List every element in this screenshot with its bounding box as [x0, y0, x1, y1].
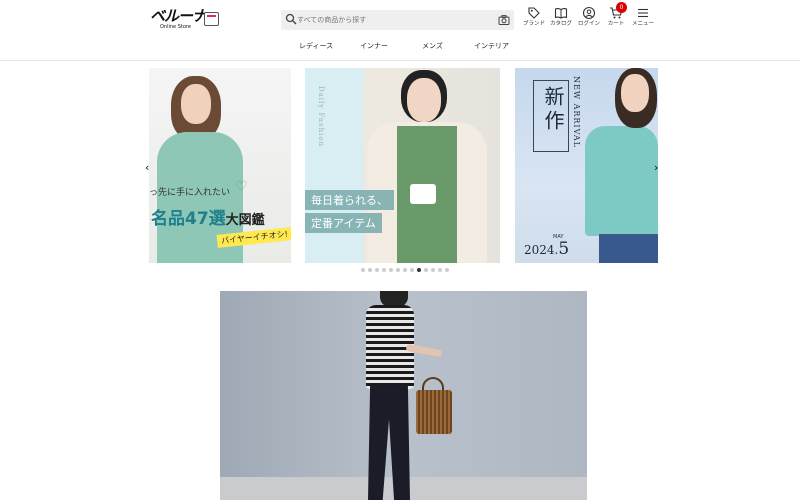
banner-title-part2: 選 [208, 209, 226, 229]
banner-slide-new-arrival[interactable]: 新作 NEW ARRIVAL MAY 2024.5 [515, 68, 658, 263]
hero-banner[interactable] [220, 291, 587, 500]
carousel-next-button[interactable]: › [654, 162, 658, 174]
category-nav: レディース インナー メンズ インテリア [0, 41, 800, 53]
banner-vertical-text: NEW ARRIVAL [572, 76, 581, 148]
search-icon[interactable] [285, 13, 297, 25]
banner-subtitle: っ先に手に入れたい [149, 188, 231, 198]
banner-vertical-text: Daily Fashion [317, 86, 325, 148]
site-header: ベルーナ Online Store ブランド カタログ [0, 0, 800, 61]
logo-mark-icon [204, 12, 219, 26]
banner-slide-daily[interactable]: Daily Fashion 毎日着られる、 定番アイテム [305, 68, 500, 263]
model-jeans [599, 234, 658, 263]
cart-label: カート [607, 21, 625, 27]
user-icon [582, 6, 596, 20]
hamburger-icon [638, 8, 648, 18]
model-blouse [585, 126, 658, 236]
carousel-dot[interactable] [368, 268, 372, 272]
carousel-dot[interactable] [361, 268, 365, 272]
banner-title-number: 47 [185, 209, 209, 229]
nav-item-ladies[interactable]: レディース [299, 41, 333, 51]
carousel-dot[interactable] [431, 268, 435, 272]
carousel-dot[interactable] [438, 268, 442, 272]
banner-month: 5 [558, 239, 570, 259]
camera-icon[interactable] [498, 14, 510, 26]
book-icon [554, 8, 568, 19]
catalog-link[interactable]: カタログ [548, 6, 574, 34]
banner-title-line2: 定番アイテム [305, 213, 382, 233]
banner-title: 新作 [541, 86, 565, 134]
carousel-dot[interactable] [382, 268, 386, 272]
logo-text: ベルーナ [150, 7, 207, 25]
banner-title: 名品47選大図鑑 [151, 204, 265, 229]
catalog-label: カタログ [549, 21, 572, 27]
search-bar [281, 10, 514, 30]
cart-count-badge: 0 [616, 2, 627, 13]
tag-icon [528, 7, 540, 19]
carousel-dot[interactable] [396, 268, 400, 272]
heart-icon: ♡ [235, 179, 248, 195]
nav-item-inner[interactable]: インナー [360, 41, 388, 51]
banner-title-part1: 名品 [151, 209, 185, 229]
carousel-dot[interactable] [375, 268, 379, 272]
carousel-dot[interactable] [445, 268, 449, 272]
banner-title-line1: 毎日着られる、 [305, 190, 394, 210]
banner-title-part3: 大図鑑 [225, 213, 265, 228]
nav-item-interior[interactable]: インテリア [474, 41, 509, 51]
login-label: ログイン [577, 21, 600, 27]
login-link[interactable]: ログイン [576, 6, 602, 34]
banner-carousel: っ先に手に入れたい ♡ 名品47選大図鑑 バイヤーイチオシ! Daily Fas… [0, 68, 800, 278]
brand-label: ブランド [522, 21, 545, 27]
carousel-pagination [361, 268, 449, 273]
search-input[interactable] [297, 12, 492, 28]
brand-link[interactable]: ブランド [522, 6, 546, 34]
basket-bag [416, 390, 452, 434]
carousel-dot[interactable] [410, 268, 414, 272]
carousel-prev-button[interactable]: ‹ [145, 162, 149, 174]
model-face [407, 78, 441, 122]
nav-item-mens[interactable]: メンズ [422, 41, 443, 51]
model-face [181, 84, 211, 124]
menu-label: メニュー [631, 21, 654, 27]
banner-year: 2024. [524, 243, 559, 257]
model-face [621, 74, 649, 112]
carousel-dot[interactable] [417, 268, 421, 272]
menu-button[interactable]: メニュー [630, 6, 656, 34]
carousel-dot[interactable] [403, 268, 407, 272]
mug-image [410, 184, 436, 204]
banner-date: 2024.5 [524, 239, 569, 259]
carousel-dot[interactable] [424, 268, 428, 272]
cart-link[interactable]: 0 カート [605, 2, 627, 34]
carousel-dot[interactable] [389, 268, 393, 272]
site-logo[interactable]: ベルーナ Online Store [150, 8, 225, 32]
logo-subtitle: Online Store [160, 24, 191, 30]
banner-slide-meihin[interactable]: っ先に手に入れたい ♡ 名品47選大図鑑 バイヤーイチオシ! [149, 68, 291, 263]
